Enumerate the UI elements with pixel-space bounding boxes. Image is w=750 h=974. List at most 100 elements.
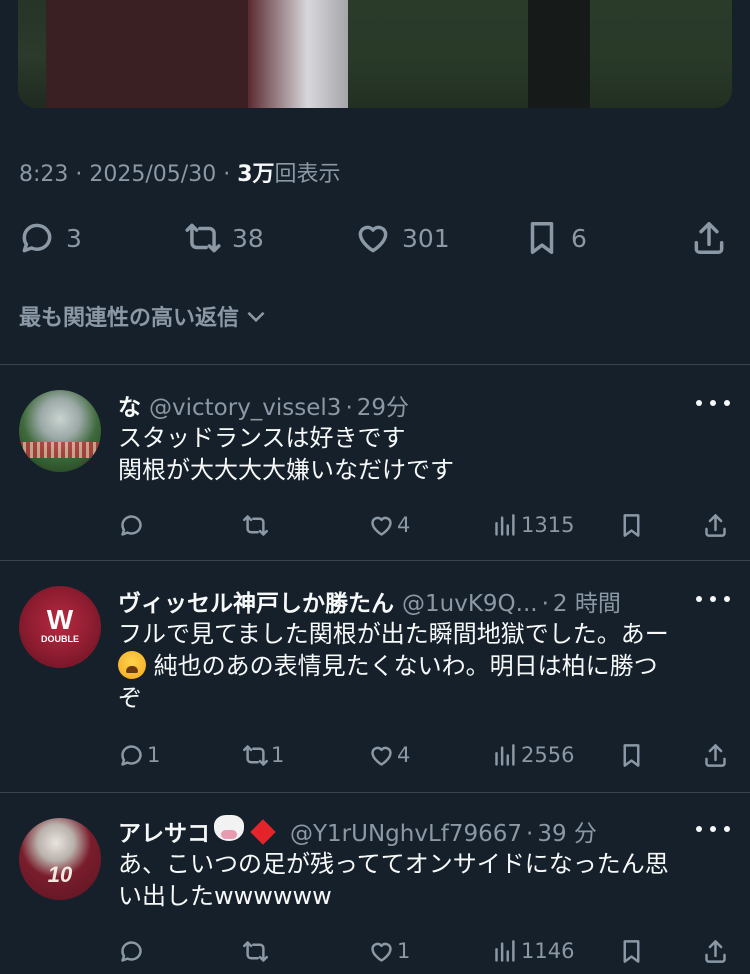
avatar[interactable]: W DOUBLE [19,586,101,668]
reply-button[interactable] [118,508,147,542]
like-count: 4 [397,513,411,537]
like-count: 301 [402,223,450,253]
heart-icon [371,516,392,536]
like-count: 4 [397,743,411,767]
retweet-button[interactable]: 38 [184,216,264,260]
reply-icon [22,223,52,253]
reply-text: あ、こいつの足が残っててオンサイドになったん思 い出したwwwwww [118,850,669,910]
reply-time[interactable]: 29分 [357,388,409,422]
bookmark-button[interactable] [618,738,645,772]
like-button[interactable]: 301 [354,216,450,260]
retweet-button[interactable] [242,934,271,968]
tweet-media-image[interactable] [18,0,732,108]
analytics-icon [495,743,515,766]
share-icon [694,222,724,254]
reply-button[interactable] [118,934,147,968]
more-options-icon[interactable] [696,824,730,834]
reply-time[interactable]: 2 時間 [553,584,621,618]
more-options-icon[interactable] [696,398,730,408]
share-icon [705,513,726,537]
reply-author-name[interactable]: ヴィッセル神戸しか勝たん [118,584,394,618]
reply-icon [121,514,142,536]
analytics-icon [495,939,515,962]
bookmark-button[interactable]: 6 [523,216,587,260]
bookmark-icon [623,939,640,963]
bookmark-icon [530,222,554,254]
bookmark-icon [623,743,640,767]
reply-sort-label: 最も関連性の高い返信 [19,306,240,331]
tweet-date[interactable]: 2025/05/30 [89,162,216,187]
tweet-views-count[interactable]: 3万 [237,162,274,187]
views-count: 1315 [521,513,575,537]
bookmark-button[interactable] [618,934,645,968]
share-button[interactable] [702,934,729,968]
reply-author-handle[interactable]: @victory_vissel3 [149,395,341,421]
tweet-action-bar: 3 38 301 6 [18,216,730,260]
reply-count: 3 [66,223,82,253]
weary-face-emoji-icon [118,651,146,679]
reply-button[interactable]: 1 [118,738,160,772]
reply-author-handle[interactable]: @Y1rUNghvLf79667 [290,821,522,847]
analytics-icon [495,513,515,536]
retweet-button[interactable] [242,508,271,542]
share-button[interactable] [690,216,728,260]
reply-sort-dropdown[interactable]: 最も関連性の高い返信 [19,300,269,332]
reply-icon [121,744,142,766]
like-button[interactable]: 4 [368,738,410,772]
media-player-figure [46,0,266,108]
retweet-icon [243,514,268,536]
reply-action-bar: 1 1146 [118,934,730,968]
cow-face-emoji-icon [214,815,244,841]
retweet-icon [185,223,221,253]
reply-item[interactable]: W DOUBLE ヴィッセル神戸しか勝たん @1uvK9Q... · 2 時間 … [0,560,750,792]
reply-header: アレサコ @Y1rUNghvLf79667 · 39 分 [118,814,597,848]
retweet-count: 38 [232,223,264,253]
retweet-count: 1 [271,743,285,767]
media-player-arm [248,0,348,108]
media-player-figure-2 [528,0,590,108]
share-button[interactable] [702,508,729,542]
reply-header: ヴィッセル神戸しか勝たん @1uvK9Q... · 2 時間 [118,584,621,618]
tweet-time[interactable]: 8:23 [19,162,68,187]
retweet-icon [243,744,268,766]
reply-text: スタッドランスは好きです 関根が大大大大嫌いなだけです [118,424,454,484]
reply-action-bar: 1 1 4 2556 [118,738,730,772]
like-button[interactable]: 4 [368,508,410,542]
views-button[interactable]: 1315 [492,508,574,542]
reply-icon [121,940,142,962]
heart-icon [371,942,392,962]
retweet-icon [243,940,268,962]
reply-author-name[interactable]: な [118,388,141,422]
chevron-down-icon [247,311,265,323]
reply-text: フルで見てました関根が出た瞬間地獄でした。あー 純也のあの表情見たくないわ。明日… [118,620,669,712]
avatar[interactable] [19,390,101,472]
heart-icon [358,225,388,253]
tweet-views-label: 回表示 [274,162,341,187]
views-count: 1146 [521,939,575,963]
bookmark-count: 6 [571,223,587,253]
avatar[interactable]: 10 [19,818,101,900]
share-icon [705,939,726,963]
views-button[interactable]: 1146 [492,934,574,968]
heart-icon [371,746,392,766]
retweet-button[interactable]: 1 [242,738,284,772]
views-button[interactable]: 2556 [492,738,574,772]
bookmark-button[interactable] [618,508,645,542]
reply-author-handle[interactable]: @1uvK9Q... [402,591,538,617]
reply-author-name[interactable]: アレサコ [118,814,210,848]
bookmark-icon [623,513,640,537]
tweet-meta: 8:23 · 2025/05/30 · 3万回表示 [19,162,341,187]
share-icon [705,743,726,767]
like-count: 1 [397,939,411,963]
reply-header: な @victory_vissel3 · 29分 [118,388,409,422]
like-button[interactable]: 1 [368,934,410,968]
share-button[interactable] [702,738,729,772]
reply-item[interactable]: な @victory_vissel3 · 29分 スタッドランスは好きです 関根… [0,364,750,559]
reply-time[interactable]: 39 分 [537,814,597,848]
views-count: 2556 [521,743,575,767]
more-options-icon[interactable] [696,594,730,604]
red-diamond-emoji-icon [250,819,276,845]
reply-button[interactable]: 3 [18,216,82,260]
reply-count: 1 [147,743,161,767]
reply-item[interactable]: 10 アレサコ @Y1rUNghvLf79667 · 39 分 あ、こいつの足が… [0,792,750,974]
